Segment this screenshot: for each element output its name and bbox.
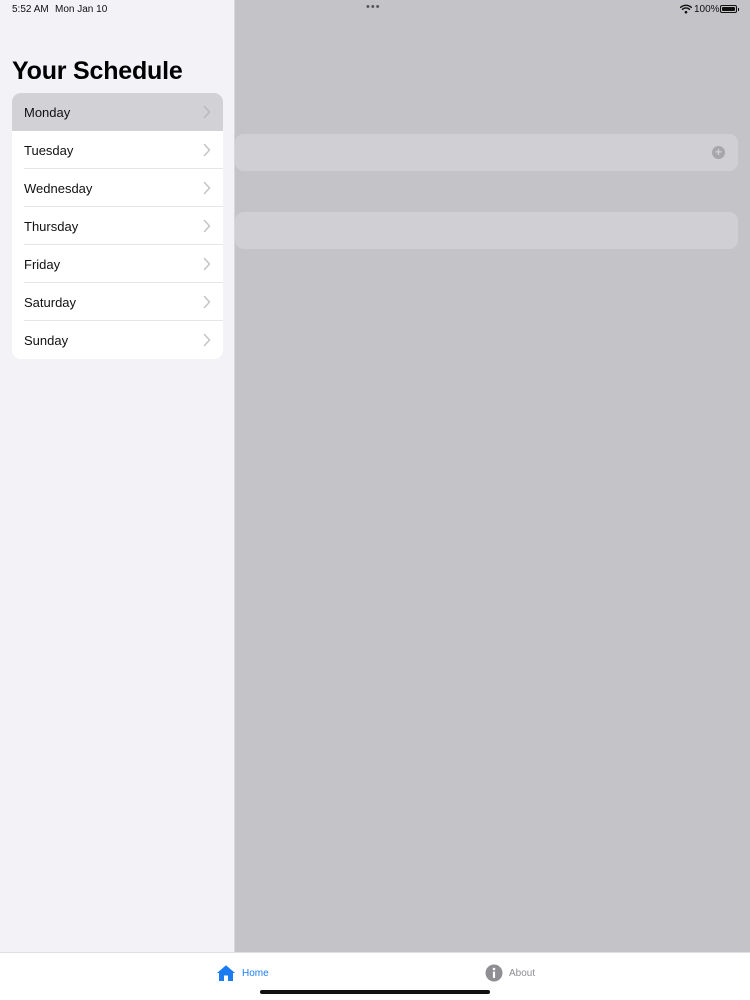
day-row-tuesday[interactable]: Tuesday [12, 131, 223, 169]
detail-row [235, 212, 738, 249]
plus-circle-icon: + [712, 146, 725, 159]
wifi-icon [680, 4, 692, 14]
battery-percent: 100% [694, 4, 720, 15]
day-row-sunday[interactable]: Sunday [12, 321, 223, 359]
sidebar: Your Schedule Monday Tuesday Wednesday T… [0, 0, 235, 952]
detail-row [235, 134, 738, 171]
chevron-right-icon [203, 105, 211, 119]
day-row-saturday[interactable]: Saturday [12, 283, 223, 321]
day-label: Sunday [24, 332, 69, 348]
chevron-right-icon [203, 143, 211, 157]
battery-icon [720, 5, 739, 13]
day-label: Saturday [24, 294, 77, 310]
day-row-thursday[interactable]: Thursday [12, 207, 223, 245]
tab-label: Home [242, 967, 269, 979]
chevron-right-icon [203, 181, 211, 195]
chevron-right-icon [203, 219, 211, 233]
day-label: Friday [24, 256, 61, 272]
screen: + Your Schedule Monday Tuesday Wednesday… [0, 0, 750, 1000]
day-label: Monday [24, 104, 71, 120]
chevron-right-icon [203, 295, 211, 309]
info-circle-icon [485, 964, 503, 982]
page-title: Your Schedule [12, 57, 183, 85]
day-label: Tuesday [24, 142, 74, 158]
day-row-monday[interactable]: Monday [12, 93, 223, 131]
home-indicator[interactable] [260, 990, 490, 994]
tab-home[interactable]: Home [216, 962, 269, 984]
status-time: 5:52 AM [12, 4, 49, 15]
status-bar: 5:52 AM Mon Jan 10 ••• 100% [0, 0, 750, 20]
day-row-friday[interactable]: Friday [12, 245, 223, 283]
tab-about[interactable]: About [485, 962, 535, 984]
day-row-wednesday[interactable]: Wednesday [12, 169, 223, 207]
status-date: Mon Jan 10 [55, 4, 108, 15]
day-label: Wednesday [24, 180, 93, 196]
house-icon [217, 965, 235, 981]
chevron-right-icon [203, 257, 211, 271]
tab-label: About [509, 967, 536, 979]
day-list: Monday Tuesday Wednesday Thursday Friday… [12, 93, 223, 359]
chevron-right-icon [203, 333, 211, 347]
multitasking-dots[interactable]: ••• [366, 1, 381, 13]
day-label: Thursday [24, 218, 79, 234]
